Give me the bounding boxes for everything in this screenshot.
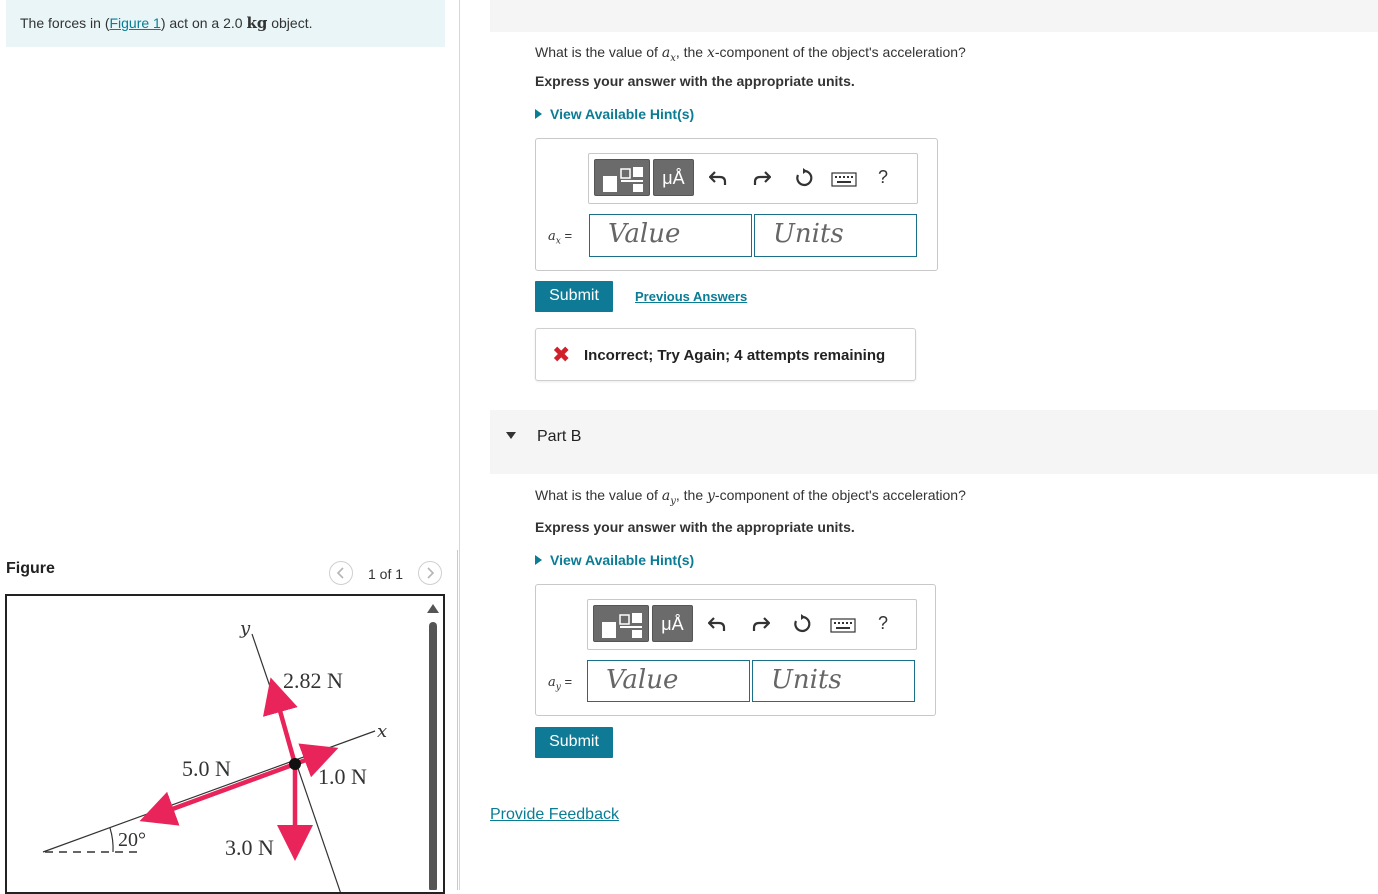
part-b-var-sub: y [555, 682, 561, 693]
angle-label: 20° [118, 829, 146, 851]
column-divider-lower [457, 550, 458, 890]
provide-feedback-link[interactable]: Provide Feedback [490, 806, 619, 824]
part-b-question: What is the value of ay, the y-component… [535, 487, 966, 507]
problem-text-before: The forces in ( [20, 15, 110, 31]
incorrect-x-icon: ✖ [552, 342, 571, 367]
part-b-instruction: Express your answer with the appropriate… [535, 519, 855, 535]
redo-icon[interactable] [752, 616, 770, 632]
column-divider [459, 0, 460, 890]
part-b-variable-label: ay = [548, 674, 573, 693]
part-b-question-post: -component of the object's acceleration? [714, 487, 966, 503]
part-a-value-input[interactable]: Value [589, 214, 752, 257]
angle-arc [109, 827, 114, 853]
caret-right-icon [535, 555, 542, 565]
part-b-question-mid: , the [675, 487, 707, 503]
help-icon[interactable]: ? [878, 613, 888, 634]
part-a-instruction: Express your answer with the appropriate… [535, 73, 855, 89]
help-icon[interactable]: ? [878, 167, 888, 188]
mass-unit: kg [246, 14, 268, 32]
part-b-var: a [548, 675, 556, 690]
undo-icon[interactable] [709, 170, 727, 186]
part-a-units-input[interactable]: Units [754, 214, 917, 257]
part-b-header[interactable] [490, 410, 1378, 474]
figure-scrollbar[interactable] [427, 604, 439, 890]
part-b-submit-button[interactable]: Submit [535, 727, 613, 758]
force-label-left: 5.0 N [182, 756, 231, 781]
previous-answers-link[interactable]: Previous Answers [635, 289, 747, 304]
x-axis-line [42, 730, 376, 853]
part-a-question-mid: , the [675, 44, 707, 60]
undo-icon[interactable] [708, 616, 726, 632]
part-a-question: What is the value of ax, the x-component… [535, 44, 966, 64]
templates-icon [603, 167, 643, 192]
units-button[interactable]: μÅ [653, 159, 694, 196]
part-a-variable-label: ax = [548, 228, 573, 247]
templates-button-b[interactable] [593, 605, 649, 642]
templates-button[interactable] [594, 159, 650, 196]
part-a-feedback-message: Incorrect; Try Again; 4 attempts remaini… [584, 347, 886, 364]
object-dot [289, 758, 301, 770]
part-a-question-post: -component of the object's acceleration? [714, 44, 966, 60]
problem-statement: The forces in (Figure 1) act on a 2.0 kg… [6, 0, 445, 47]
force-label-up: 2.82 N [283, 668, 343, 693]
figure-panel: y x 2.82 N 1.0 N 5.0 N 3.0 N 20° [5, 594, 445, 894]
part-a-feedback: ✖ Incorrect; Try Again; 4 attempts remai… [535, 328, 916, 381]
part-b-question-var: a [661, 488, 671, 504]
reset-icon[interactable] [794, 168, 814, 188]
part-b-collapse-icon[interactable] [506, 432, 516, 439]
force-label-right: 1.0 N [318, 764, 367, 789]
chevron-right-icon [427, 567, 435, 579]
part-a-submit-button[interactable]: Submit [535, 281, 613, 312]
caret-right-icon [535, 109, 542, 119]
figure-prev-button[interactable] [329, 561, 353, 585]
part-a-header-bar [490, 0, 1378, 32]
part-b-question-axis: y [707, 488, 715, 504]
part-b-question-variable: ay [661, 488, 676, 507]
part-a-hint-link[interactable]: View Available Hint(s) [535, 106, 694, 122]
redo-icon[interactable] [753, 170, 771, 186]
part-b-hint-label: View Available Hint(s) [550, 552, 695, 568]
figure-link[interactable]: Figure 1 [109, 15, 160, 31]
x-axis-label: x [377, 721, 387, 742]
units-icon: μÅ [661, 614, 684, 634]
part-b-title[interactable]: Part B [537, 428, 581, 446]
scrollbar-thumb[interactable] [429, 622, 437, 890]
figure-counter: 1 of 1 [368, 566, 404, 582]
part-a-question-pre: What is the value of [535, 44, 662, 60]
templates-icon [602, 613, 642, 638]
part-b-units-input[interactable]: Units [752, 660, 915, 702]
problem-text-middle: ) act on a 2.0 [160, 15, 247, 31]
problem-text-after: object. [267, 15, 313, 31]
part-b-value-input[interactable]: Value [587, 660, 750, 702]
force-label-down: 3.0 N [225, 835, 274, 860]
y-axis-label: y [239, 618, 251, 639]
units-icon: μÅ [662, 168, 685, 188]
scroll-up-arrow-icon[interactable] [427, 604, 439, 613]
part-a-question-variable: ax [661, 45, 676, 64]
units-button-b[interactable]: μÅ [652, 605, 693, 642]
keyboard-icon[interactable] [831, 172, 857, 187]
part-b-hint-link[interactable]: View Available Hint(s) [535, 552, 694, 568]
part-a-question-var: a [661, 45, 671, 61]
chevron-left-icon [336, 567, 344, 579]
reset-icon[interactable] [792, 614, 812, 634]
force-arrow-up [263, 677, 298, 765]
keyboard-icon[interactable] [830, 618, 856, 633]
part-a-question-axis: x [706, 45, 715, 61]
part-b-question-pre: What is the value of [535, 487, 662, 503]
figure-heading: Figure [6, 560, 55, 577]
part-a-var: a [548, 229, 556, 244]
part-a-hint-label: View Available Hint(s) [550, 106, 695, 122]
force-diagram: y x 2.82 N 1.0 N 5.0 N 3.0 N 20° [42, 618, 387, 892]
part-a-var-sub: x [555, 236, 561, 247]
figure-next-button[interactable] [418, 561, 442, 585]
